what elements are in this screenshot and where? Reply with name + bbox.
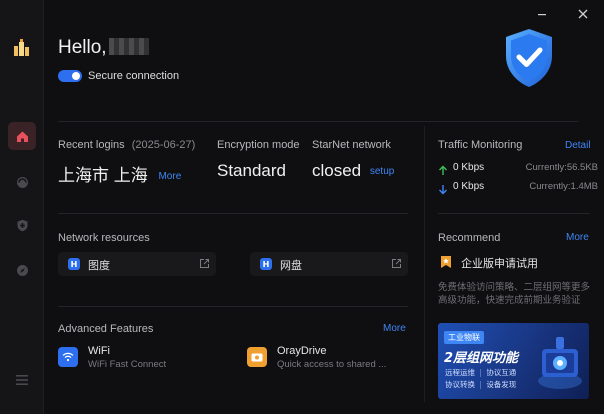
recommend-more-link[interactable]: More: [566, 232, 589, 243]
sidebar-item-discover[interactable]: [8, 256, 36, 284]
upload-total: Currently:56.5KB: [525, 162, 598, 173]
banner-title: 2层组网功能: [444, 351, 519, 366]
login-more-link[interactable]: More: [158, 171, 181, 182]
resource-h-icon: H: [68, 258, 80, 270]
divider-middle-left: [58, 213, 408, 214]
encryption-mode-label: Encryption mode: [217, 139, 300, 151]
feature-subtitle: Quick access to shared ...: [277, 359, 387, 370]
compass-icon: [16, 264, 28, 276]
menu-icon: [16, 375, 28, 385]
feature-subtitle: WiFi Fast Connect: [88, 359, 167, 370]
secure-connection-toggle[interactable]: [58, 70, 82, 82]
enterprise-trial-link[interactable]: 企业版申请试用: [461, 255, 538, 271]
sidebar-item-network[interactable]: [8, 168, 36, 196]
login-location-value: 上海市 上海: [58, 166, 148, 185]
feature-oraydrive[interactable]: OrayDrive Quick access to shared ...: [247, 344, 417, 374]
starnet-status-value: closed: [312, 161, 362, 180]
banner-feature: 协议互通: [486, 368, 517, 377]
upload-arrow-icon: [438, 161, 448, 180]
sidebar-item-home[interactable]: [8, 122, 36, 150]
close-button[interactable]: [576, 6, 590, 20]
feature-title: OrayDrive: [277, 345, 327, 357]
drive-icon: [247, 347, 267, 367]
minimize-button[interactable]: [535, 6, 549, 20]
encryption-mode-value: Standard: [217, 161, 286, 180]
recommend-desc-line-1: 免费体验访问策略、二层组网等更多: [438, 282, 591, 293]
divider-middle-right: [438, 213, 590, 214]
trial-badge-icon: [440, 254, 452, 273]
sidebar: [0, 0, 44, 414]
banner-device-illustration: [534, 333, 586, 397]
resource-name: 网盘: [280, 259, 302, 272]
greeting: Hello,: [58, 37, 149, 59]
close-icon: [578, 9, 588, 19]
promo-banner[interactable]: 工业物联 2层组网功能 远程运维 | 协议互通 协议转换 | 设备发现: [438, 323, 589, 399]
app-logo: [12, 38, 32, 58]
starnet-setup-link[interactable]: setup: [370, 166, 394, 177]
recent-logins-title: Recent logins: [58, 139, 125, 151]
traffic-detail-link[interactable]: Detail: [565, 140, 591, 151]
recommend-label: Recommend: [438, 232, 501, 244]
resource-card[interactable]: H 图度: [58, 252, 216, 276]
banner-features-row-2: 协议转换 | 设备发现: [445, 380, 517, 389]
starnet-label: StarNet network: [312, 139, 391, 151]
security-shield-icon: [501, 26, 557, 90]
download-rate: 0 Kbps: [453, 181, 485, 192]
divider-top: [58, 121, 578, 122]
download-total: Currently:1.4MB: [529, 181, 598, 192]
greeting-text: Hello,: [58, 37, 107, 58]
divider-bottom: [58, 306, 408, 307]
network-resources-label: Network resources: [58, 232, 150, 244]
login-location: 上海市 上海 More: [58, 161, 181, 186]
minimize-icon: [538, 14, 546, 16]
external-link-icon: [200, 259, 209, 268]
secure-connection-label: Secure connection: [88, 70, 180, 82]
starnet-status: closed setup: [312, 161, 394, 181]
resource-card[interactable]: H 网盘: [250, 252, 408, 276]
sidebar-menu-button[interactable]: [8, 366, 36, 394]
features-more-link[interactable]: More: [383, 323, 406, 334]
upload-rate: 0 Kbps: [453, 162, 485, 173]
shield-icon: [17, 219, 27, 231]
resource-name: 图度: [88, 259, 110, 272]
wifi-icon: [58, 347, 78, 367]
recent-logins-label: Recent logins (2025-06-27): [58, 139, 195, 151]
banner-feature: 设备发现: [486, 380, 517, 389]
recommend-desc-line-2: 高级功能，快速完成前期业务验证: [438, 295, 581, 306]
resource-h-icon: H: [260, 258, 272, 270]
recent-logins-date: (2025-06-27): [131, 139, 196, 151]
banner-tag: 工业物联: [444, 331, 484, 344]
sidebar-item-security[interactable]: [8, 211, 36, 239]
external-link-icon: [392, 259, 401, 268]
main-panel: Hello, Secure connection Recent logins (…: [44, 0, 604, 414]
banner-feature: 协议转换: [445, 380, 475, 389]
download-arrow-icon: [438, 180, 448, 199]
home-icon: [16, 131, 28, 142]
divider-vertical: [424, 126, 425, 402]
banner-feature: 远程运维: [445, 368, 475, 377]
feature-wifi[interactable]: WiFi WiFi Fast Connect: [58, 344, 228, 374]
feature-title: WiFi: [88, 345, 110, 357]
advanced-features-label: Advanced Features: [58, 323, 154, 335]
traffic-monitoring-label: Traffic Monitoring: [438, 139, 523, 151]
recommend-description: 免费体验访问策略、二层组网等更多 高级功能，快速完成前期业务验证: [438, 281, 590, 307]
username-redacted: [108, 38, 149, 55]
banner-features-row-1: 远程运维 | 协议互通: [445, 368, 517, 377]
network-icon: [16, 176, 28, 188]
